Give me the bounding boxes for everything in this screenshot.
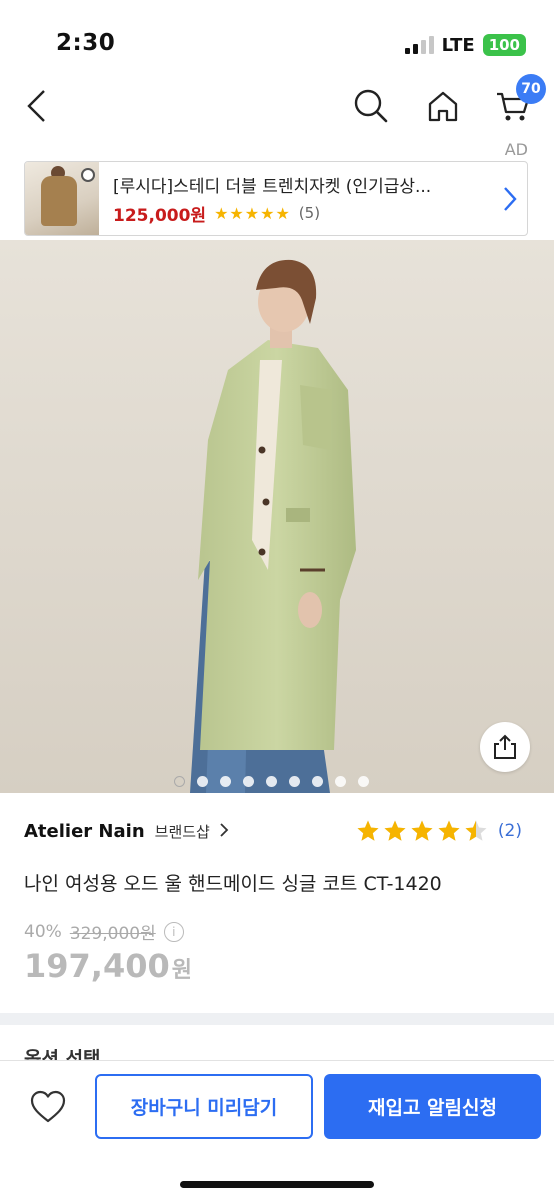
section-divider <box>0 1013 554 1025</box>
search-icon <box>354 89 388 123</box>
ad-star-rating: ★★★★★ <box>214 203 291 223</box>
gallery-dot[interactable] <box>335 776 346 787</box>
cart-count-badge: 70 <box>516 74 546 104</box>
chevron-right-icon <box>220 823 229 837</box>
brand-shop-link: 브랜드샵 <box>154 823 210 841</box>
review-count: (2) <box>497 821 522 841</box>
heart-icon <box>30 1090 66 1123</box>
star-icon <box>438 820 460 841</box>
gallery-pagination <box>174 776 369 787</box>
ad-label: AD <box>504 140 528 159</box>
network-label: LTE <box>441 34 475 56</box>
price-value: 197,400 <box>24 947 170 985</box>
ad-price: 125,000원 <box>113 205 207 226</box>
original-price: 329,000원 <box>69 924 156 944</box>
sale-price: 197,400 원 <box>24 947 192 985</box>
ad-title: [루시다]스테디 더블 트렌치자켓 (인기급상... <box>113 176 432 197</box>
product-name: 나인 여성용 오드 울 핸드메이드 싱글 코트 CT-1420 <box>24 873 442 895</box>
star-icon <box>384 820 406 841</box>
ad-thumbnail <box>25 162 99 235</box>
price-unit: 원 <box>171 958 192 983</box>
cart-button[interactable]: 70 <box>490 74 546 134</box>
home-button[interactable] <box>418 78 468 134</box>
share-icon <box>494 734 516 759</box>
gallery-dot[interactable] <box>197 776 208 787</box>
gallery-dot[interactable] <box>243 776 254 787</box>
status-time: 2:30 <box>56 30 116 56</box>
signal-icon <box>404 36 434 54</box>
discount-row: 40% 329,000원 i <box>24 919 184 944</box>
gallery-dot[interactable] <box>358 776 369 787</box>
status-bar: 2:30 LTE 100 <box>0 0 554 80</box>
product-image-gallery[interactable] <box>0 240 554 793</box>
star-icon <box>465 820 487 841</box>
home-indicator <box>180 1181 374 1188</box>
chevron-left-icon <box>27 90 45 122</box>
discount-rate: 40% <box>24 921 62 942</box>
share-button[interactable] <box>480 722 530 772</box>
top-nav: 70 <box>0 74 554 134</box>
gallery-dot[interactable] <box>220 776 231 787</box>
gallery-dot[interactable] <box>289 776 300 787</box>
brand-name: Atelier Nain <box>24 821 145 842</box>
add-to-cart-button[interactable]: 장바구니 미리담기 <box>95 1074 313 1139</box>
status-indicators: LTE 100 <box>404 34 526 56</box>
brand-link[interactable]: Atelier Nain 브랜드샵 <box>24 821 229 842</box>
battery-icon: 100 <box>482 34 526 56</box>
back-button[interactable] <box>14 78 58 134</box>
bottom-action-bar: 장바구니 미리담기 재입고 알림신청 <box>0 1060 554 1200</box>
gallery-dot[interactable] <box>266 776 277 787</box>
option-section-title: 옵션 선택 <box>24 1048 101 1060</box>
search-button[interactable] <box>346 78 396 134</box>
gallery-dot[interactable] <box>174 776 185 787</box>
wishlist-button[interactable] <box>26 1087 70 1127</box>
ad-banner[interactable]: [루시다]스테디 더블 트렌치자켓 (인기급상... 125,000원 ★★★★… <box>24 161 528 236</box>
product-photo <box>0 240 554 793</box>
info-icon[interactable]: i <box>163 921 184 942</box>
chevron-right-icon <box>493 186 527 212</box>
star-icon <box>357 820 379 841</box>
ad-review-count: (5) <box>298 204 321 222</box>
restock-notify-button[interactable]: 재입고 알림신청 <box>324 1074 541 1139</box>
product-info: Atelier Nain 브랜드샵 (2) 나인 여성용 오드 울 핸드메이드 … <box>0 793 554 1013</box>
home-icon <box>428 91 458 122</box>
gallery-dot[interactable] <box>312 776 323 787</box>
star-icon <box>411 820 433 841</box>
product-rating[interactable]: (2) <box>356 819 522 843</box>
